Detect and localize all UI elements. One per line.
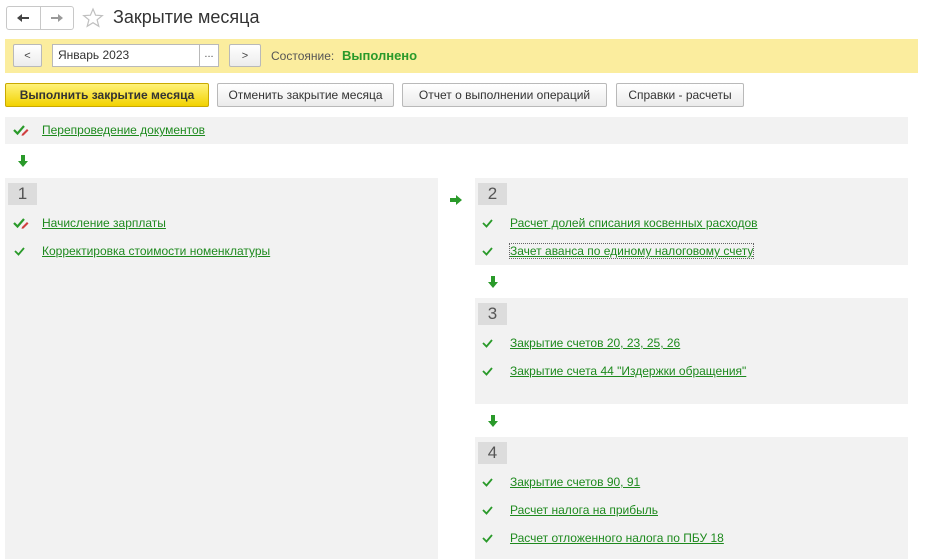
page-title: Закрытие месяца [113,7,260,27]
arrow-right-icon [450,195,462,205]
operations-report-button[interactable]: Отчет о выполнении операций [402,83,607,107]
prev-period-button[interactable]: < [13,44,42,67]
operation-link[interactable]: Корректировка стоимости номенклатуры [42,244,270,258]
reposting-link[interactable]: Перепроведение документов [42,123,205,137]
stage-2-panel: 2 Расчет долей списания косвенных расход… [475,178,908,265]
operation-row: Перепроведение документов [13,123,205,137]
operation-link[interactable]: Расчет налога на прибыль [510,503,658,517]
back-button[interactable] [7,7,40,29]
star-icon[interactable] [82,7,104,29]
operation-link[interactable]: Закрытие счетов 90, 91 [510,475,640,489]
operation-row: Расчет налога на прибыль [481,503,658,517]
check-icon [482,247,493,256]
state-label: Состояние: [271,49,335,63]
operation-link[interactable]: Начисление зарплаты [42,216,166,230]
period-field[interactable]: Январь 2023 ... [52,44,219,67]
arrow-left-icon [17,14,30,22]
arrow-down-icon [488,276,498,288]
arrow-down-icon [18,155,28,167]
check-with-pencil-icon [13,125,29,136]
period-value[interactable]: Январь 2023 [53,45,199,66]
operation-link[interactable]: Расчет отложенного налога по ПБУ 18 [510,531,724,545]
check-icon [482,367,493,376]
stage-4-panel: 4 Закрытие счетов 90, 91 Расчет налога н… [475,437,908,559]
stage-number: 4 [478,442,507,464]
operation-link[interactable]: Закрытие счета 44 "Издержки обращения" [510,364,746,378]
cancel-month-close-button[interactable]: Отменить закрытие месяца [217,83,394,107]
stage-number: 1 [8,183,37,205]
operation-row: Расчет отложенного налога по ПБУ 18 [481,531,724,545]
operation-row: Закрытие счетов 90, 91 [481,475,640,489]
operation-link[interactable]: Зачет аванса по единому налоговому счету [508,243,755,259]
operation-row: Расчет долей списания косвенных расходов [481,216,758,230]
forward-button[interactable] [39,7,74,29]
stage-3-panel: 3 Закрытие счетов 20, 23, 25, 26 Закрыти… [475,298,908,404]
execute-month-close-button[interactable]: Выполнить закрытие месяца [5,83,209,107]
stage-1-panel: 1 Начисление зарплаты Корректировка стои… [5,178,438,559]
check-icon [482,506,493,515]
stage-number: 3 [478,303,507,325]
stage-number: 2 [478,183,507,205]
check-icon [14,247,25,256]
check-icon [482,478,493,487]
navigation-buttons [6,6,74,30]
next-period-button[interactable]: > [229,44,261,67]
period-select-button[interactable]: ... [199,45,218,66]
operation-row: Начисление зарплаты [13,216,166,230]
operation-row: Зачет аванса по единому налоговому счету [481,243,755,259]
reference-calculations-button[interactable]: Справки - расчеты [616,83,744,107]
operation-row: Корректировка стоимости номенклатуры [13,244,270,258]
check-icon [482,219,493,228]
arrow-right-icon [50,14,63,22]
operation-row: Закрытие счетов 20, 23, 25, 26 [481,336,680,350]
reposting-panel: Перепроведение документов [5,117,908,144]
check-with-pencil-icon [13,218,29,229]
operation-row: Закрытие счета 44 "Издержки обращения" [481,364,746,378]
operation-link[interactable]: Расчет долей списания косвенных расходов [510,216,758,230]
check-icon [482,534,493,543]
check-icon [482,339,493,348]
arrow-down-icon [488,415,498,427]
state-value: Выполнено [342,48,418,63]
period-bar: < Январь 2023 ... > Состояние: Выполнено [5,39,918,73]
operation-link[interactable]: Закрытие счетов 20, 23, 25, 26 [510,336,680,350]
